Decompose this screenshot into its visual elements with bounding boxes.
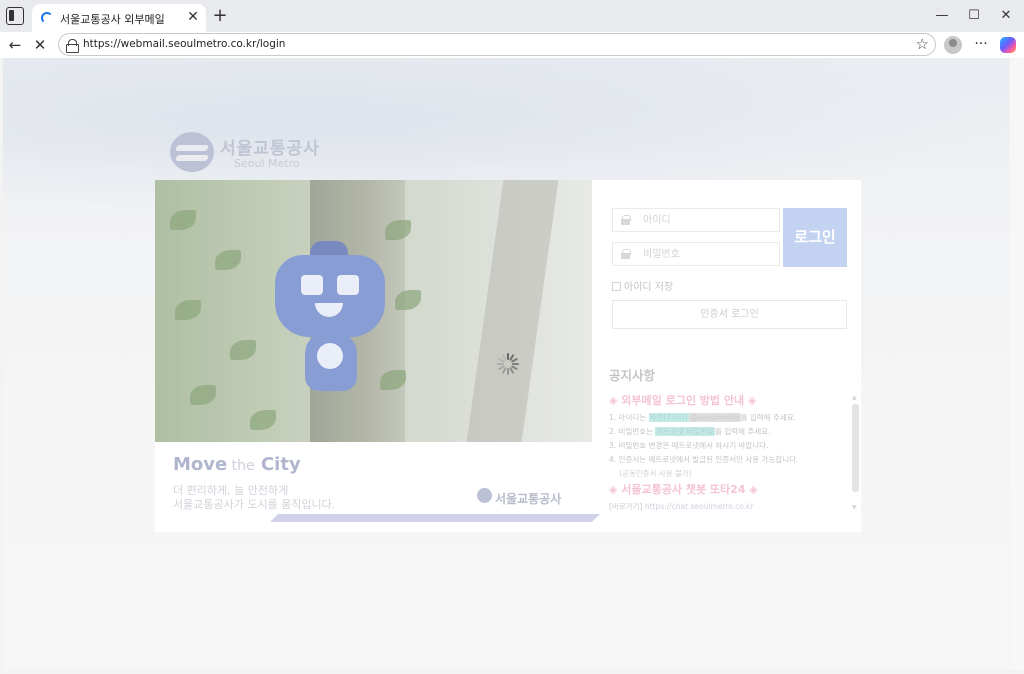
stop-loading-button[interactable]: ✕	[29, 34, 51, 56]
tab-title: 서울교통공사 외부메일	[60, 13, 165, 26]
browser-tab[interactable]: 서울교통공사 외부메일 ✕	[32, 4, 206, 32]
minimize-button[interactable]: —	[930, 4, 954, 28]
lock-icon[interactable]	[66, 39, 79, 53]
more-options-icon[interactable]: ···	[972, 34, 990, 54]
back-button[interactable]: ←	[4, 34, 26, 56]
maximize-button[interactable]: ☐	[962, 4, 986, 28]
loading-spinner-icon	[41, 12, 53, 24]
tab-close-icon[interactable]: ✕	[184, 8, 202, 26]
browser-toolbar: ← ✕ https://webmail.seoulmetro.co.kr/log…	[0, 32, 1024, 58]
address-bar[interactable]: https://webmail.seoulmetro.co.kr/login ☆	[58, 33, 936, 56]
url-text[interactable]: https://webmail.seoulmetro.co.kr/login	[83, 38, 285, 50]
profile-avatar-icon[interactable]	[944, 36, 962, 54]
page-loading-spinner-icon	[497, 353, 519, 375]
favorite-star-icon[interactable]: ☆	[916, 35, 929, 53]
close-window-button[interactable]: ✕	[994, 4, 1018, 28]
tab-actions-icon[interactable]	[6, 7, 24, 25]
new-tab-button[interactable]: +	[210, 6, 230, 26]
page-scrollbar[interactable]	[1010, 58, 1024, 670]
copilot-icon[interactable]	[1000, 37, 1016, 53]
browser-titlebar: 서울교통공사 외부메일 ✕ + — ☐ ✕	[0, 0, 1024, 32]
loading-overlay	[3, 58, 1009, 670]
